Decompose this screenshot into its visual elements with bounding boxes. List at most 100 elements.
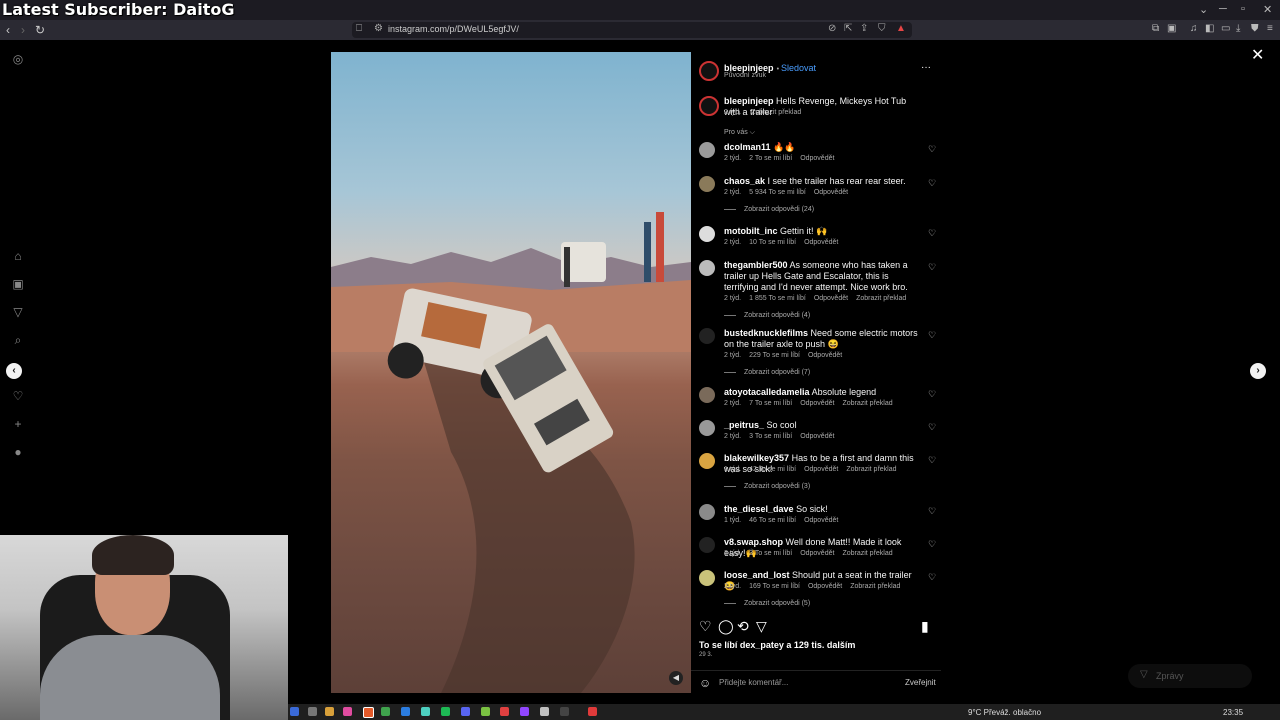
weather-widget[interactable]: 9°C Převáž. oblačno — [968, 708, 1041, 717]
comment-avatar[interactable] — [699, 328, 715, 344]
spotify-icon[interactable] — [441, 707, 450, 716]
reply-button[interactable]: Odpovědět — [814, 189, 848, 196]
url-text[interactable]: instagram.com/p/DWeUL5egfJV/ — [388, 24, 519, 34]
app-icon[interactable] — [560, 707, 569, 716]
home-icon[interactable]: ⌂ — [11, 249, 25, 263]
comment-likes[interactable]: 3 To se mi líbí — [749, 433, 792, 440]
next-post-button[interactable]: › — [1250, 363, 1266, 379]
comment-username[interactable]: thegambler500 — [724, 260, 788, 270]
reply-button[interactable]: Odpovědět — [804, 239, 838, 246]
prev-post-button[interactable]: ‹ — [6, 363, 22, 379]
comment-avatar[interactable] — [699, 142, 715, 158]
tab-icon[interactable]: ▭ — [1221, 23, 1230, 34]
reply-button[interactable]: Odpovědět — [804, 466, 838, 473]
view-replies[interactable]: Zobrazit odpovědi (4) — [724, 312, 810, 319]
app-icon[interactable] — [421, 707, 430, 716]
caption-username[interactable]: bleepinjeep — [724, 96, 774, 106]
comment-like-icon[interactable]: ♡ — [928, 506, 936, 517]
instagram-icon[interactable]: ◎ — [11, 52, 25, 66]
open-external-icon[interactable]: ⇱ — [844, 23, 852, 34]
share-icon[interactable]: ⇪ — [860, 23, 868, 34]
menu-icon[interactable]: ≡ — [1267, 23, 1273, 34]
app-icon[interactable] — [520, 707, 529, 716]
messages-button[interactable]: ▽ Zprávy — [1128, 664, 1252, 688]
comment-avatar[interactable] — [699, 504, 715, 520]
minimize-icon[interactable]: ─ — [1219, 3, 1227, 15]
shield-icon[interactable]: ⛉ — [878, 23, 886, 34]
more-options-icon[interactable]: ··· — [921, 62, 931, 73]
translate-link[interactable]: Zobrazit překlad — [850, 583, 900, 590]
comment-username[interactable]: v8.swap.shop — [724, 537, 783, 547]
comment-likes[interactable]: 5 934 To se mi líbí — [749, 189, 806, 196]
audio-label[interactable]: Původní zvuk — [724, 72, 766, 79]
wallet-icon[interactable]: ▣ — [1167, 23, 1176, 34]
reply-button[interactable]: Odpovědět — [800, 433, 834, 440]
comment-username[interactable]: atoyotacalledamelia — [724, 387, 810, 397]
files-icon[interactable] — [308, 707, 317, 716]
comment-avatar[interactable] — [699, 537, 715, 553]
reload-icon[interactable]: ↻ — [35, 23, 45, 37]
reply-button[interactable]: Odpovědět — [808, 583, 842, 590]
tabs-menu-icon[interactable]: ⌄ — [1199, 3, 1208, 16]
view-replies[interactable]: Zobrazit odpovědi (3) — [724, 483, 810, 490]
reels-icon[interactable]: ▣ — [11, 277, 25, 291]
media-icon[interactable]: ♫ — [1190, 23, 1198, 34]
comment-like-icon[interactable]: ♡ — [928, 262, 936, 273]
forward-icon[interactable]: › — [21, 23, 25, 37]
reply-button[interactable]: Odpovědět — [800, 550, 834, 557]
sort-dropdown[interactable]: Pro vás ⌵ — [724, 129, 755, 137]
comment-like-icon[interactable]: ♡ — [928, 422, 936, 433]
browser-icon[interactable] — [363, 707, 374, 718]
comment-avatar[interactable] — [699, 570, 715, 586]
comment-likes[interactable]: 46 To se mi líbí — [749, 517, 796, 524]
comment-username[interactable]: _peitrus_ — [724, 420, 764, 430]
comment-like-icon[interactable]: ♡ — [928, 539, 936, 550]
comment-like-icon[interactable]: ♡ — [928, 178, 936, 189]
comment-avatar[interactable] — [699, 453, 715, 469]
search-icon[interactable]: ⌕ — [11, 333, 25, 347]
translate-link[interactable]: Zobrazit překlad — [842, 400, 892, 407]
author-avatar[interactable] — [699, 61, 719, 81]
comment-input[interactable]: Přidejte komentář... — [719, 678, 788, 687]
reply-button[interactable]: Odpovědět — [800, 155, 834, 162]
app-icon[interactable] — [500, 707, 509, 716]
save-icon[interactable]: ▮ — [921, 618, 929, 635]
comment-like-icon[interactable]: ♡ — [928, 144, 936, 155]
comment-username[interactable]: chaos_ak — [724, 176, 765, 186]
address-bar[interactable]: ⎕ ⚙ instagram.com/p/DWeUL5egfJV/ ⊘ ⇱ ⇪ ⛉… — [352, 22, 912, 38]
translate-link[interactable]: Zobrazit překlad — [846, 466, 896, 473]
notifications-icon[interactable]: ♡ — [11, 389, 25, 403]
comment-avatar[interactable] — [699, 420, 715, 436]
sidebar-icon[interactable]: ◧ — [1205, 23, 1214, 34]
comment-likes[interactable]: 229 To se mi líbí — [749, 352, 800, 359]
app-icon[interactable] — [481, 707, 490, 716]
comment-avatar[interactable] — [699, 226, 715, 242]
comment-username[interactable]: loose_and_lost — [724, 570, 790, 580]
block-icon[interactable]: ⊘ — [828, 23, 836, 34]
reply-button[interactable]: Odpovědět — [814, 295, 848, 302]
post-video[interactable]: ◀ — [331, 52, 691, 693]
post-comment-button[interactable]: Zveřejnit — [905, 678, 936, 687]
app-icon[interactable] — [343, 707, 352, 716]
comment-username[interactable]: bustedknucklefilms — [724, 328, 808, 338]
start-icon[interactable] — [290, 707, 299, 716]
view-replies[interactable]: Zobrazit odpovědi (24) — [724, 206, 814, 213]
extensions-icon[interactable]: ⧉ — [1152, 23, 1159, 34]
app-icon[interactable] — [401, 707, 410, 716]
comment-like-icon[interactable]: ♡ — [928, 228, 936, 239]
comment-avatar[interactable] — [699, 176, 715, 192]
view-replies[interactable]: Zobrazit odpovědi (5) — [724, 600, 810, 607]
follow-button[interactable]: Sledovat — [781, 63, 816, 73]
clock[interactable]: 23:35 — [1223, 708, 1243, 717]
comment-like-icon[interactable]: ♡ — [928, 330, 936, 341]
comment-like-icon[interactable]: ♡ — [928, 455, 936, 466]
caption-translate[interactable]: Zobrazit překlad — [751, 109, 801, 116]
reply-button[interactable]: Odpovědět — [800, 400, 834, 407]
vpn-icon[interactable]: ⛊ — [1251, 23, 1259, 34]
bookmark-icon[interactable]: ⎕ — [356, 23, 362, 34]
likes-summary[interactable]: To se líbí dex_patey a 129 tis. dalším — [699, 640, 855, 650]
comment-likes[interactable]: 10 To se mi líbí — [749, 239, 796, 246]
caption-avatar[interactable] — [699, 96, 719, 116]
comment-avatar[interactable] — [699, 260, 715, 276]
view-replies[interactable]: Zobrazit odpovědi (7) — [724, 369, 810, 376]
